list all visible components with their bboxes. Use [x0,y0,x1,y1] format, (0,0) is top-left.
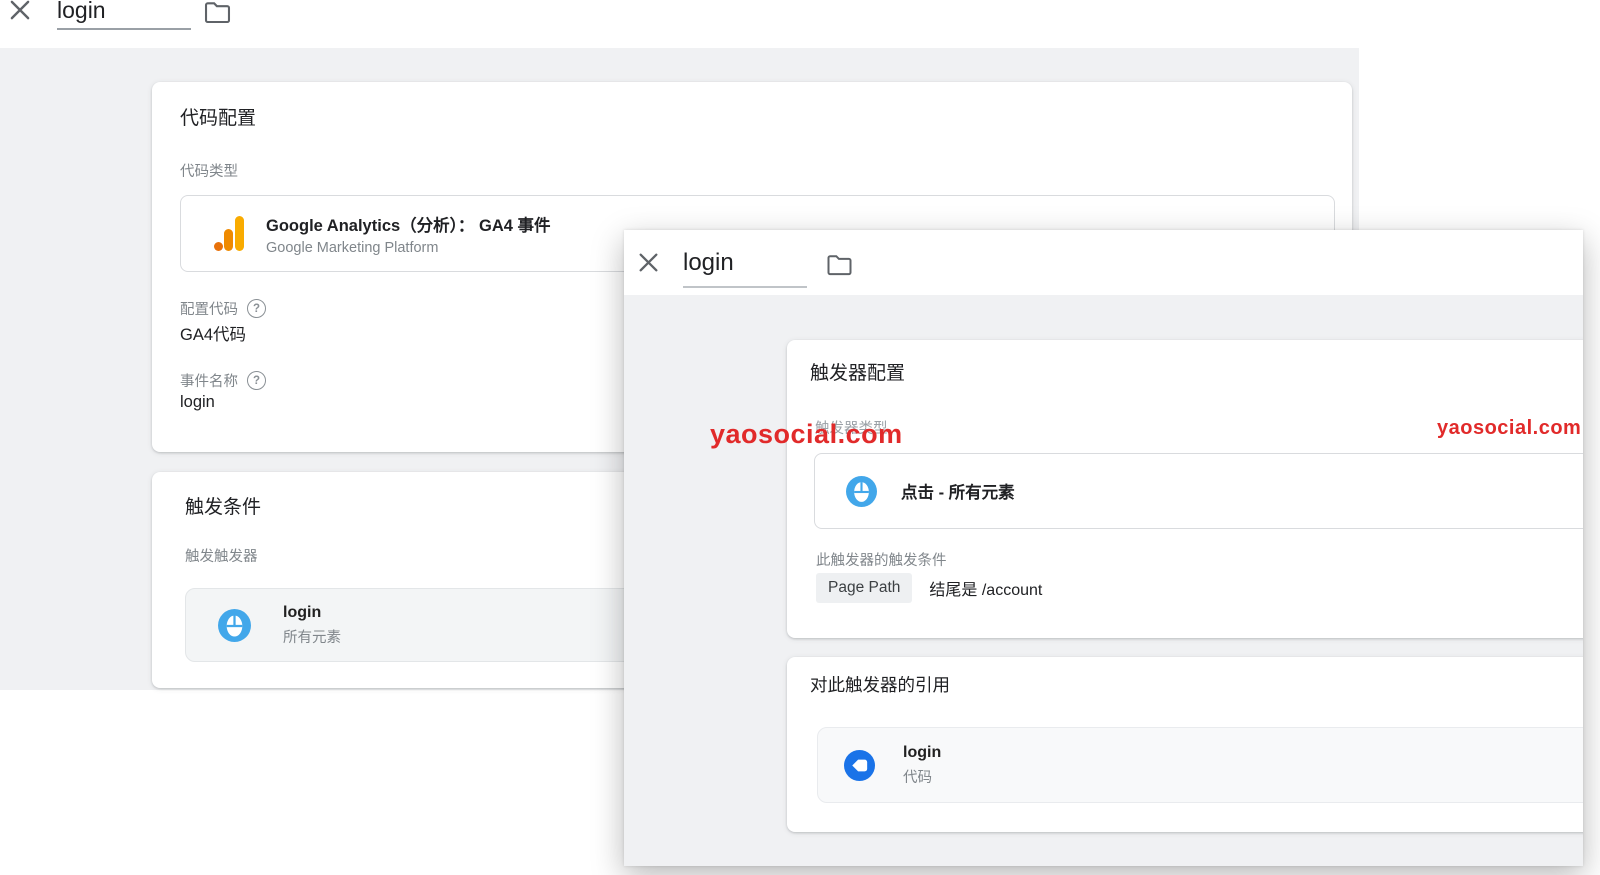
trigger-type-selector[interactable]: 点击 - 所有元素 [814,453,1583,529]
trigger-type-name: 点击 - 所有元素 [901,479,1015,503]
reference-row[interactable]: login 代码 [817,727,1583,803]
trigger-name-underline [683,286,807,288]
tag-name-input[interactable]: login [57,0,106,24]
reference-type: 代码 [903,766,941,787]
firing-triggers-label: 触发触发器 [185,545,258,566]
trigger-references-title: 对此触发器的引用 [810,672,950,697]
condition-variable-chip: Page Path [816,573,912,603]
google-analytics-icon [214,216,244,251]
trigger-name-input[interactable]: login [683,249,734,277]
folder-icon[interactable] [201,0,233,25]
triggering-title: 触发条件 [185,492,261,519]
watermark-text: yaosocial.com [710,419,903,450]
reference-name: login [903,744,941,762]
config-tag-label: 配置代码 [180,298,238,319]
tag-icon [844,750,875,781]
fire-condition-row: Page Path 结尾是 /account [816,573,1042,603]
watermark-text: yaosocial.com [1437,417,1581,440]
click-trigger-icon [846,476,877,507]
close-icon[interactable] [634,248,662,276]
close-icon[interactable] [6,0,34,24]
screenshot-root: login 代码配置 代码类型 Google Analytics（分析）： GA… [0,0,1600,875]
event-name-label: 事件名称 [180,370,238,391]
tag-type-vendor: Google Marketing Platform [266,240,551,256]
tag-type-name: Google Analytics（分析）： GA4 事件 [266,212,551,236]
trigger-configuration-card: 触发器配置 触发器类型 点击 - 所有元素 此触发器的触发条件 Page Pat… [787,340,1583,638]
tag-name-underline [57,28,191,30]
tag-type-label: 代码类型 [180,160,238,181]
help-icon[interactable]: ? [247,299,266,318]
fire-conditions-label: 此触发器的触发条件 [816,549,947,570]
trigger-editor-panel: login 触发器配置 触发器类型 点击 - 所有元素 [624,230,1583,866]
tag-configuration-title: 代码配置 [180,103,256,130]
folder-icon[interactable] [824,252,854,277]
firing-trigger-name: login [283,604,341,622]
trigger-configuration-title: 触发器配置 [810,358,905,385]
event-name-value: login [180,393,215,412]
config-tag-label-row: 配置代码 ? [180,298,266,319]
firing-trigger-type: 所有元素 [283,626,341,647]
trigger-references-card: 对此触发器的引用 login 代码 [787,657,1583,832]
config-tag-value: GA4代码 [180,321,246,345]
help-icon[interactable]: ? [247,371,266,390]
condition-text: 结尾是 /account [929,576,1042,600]
click-trigger-icon [218,609,251,642]
event-name-label-row: 事件名称 ? [180,370,266,391]
